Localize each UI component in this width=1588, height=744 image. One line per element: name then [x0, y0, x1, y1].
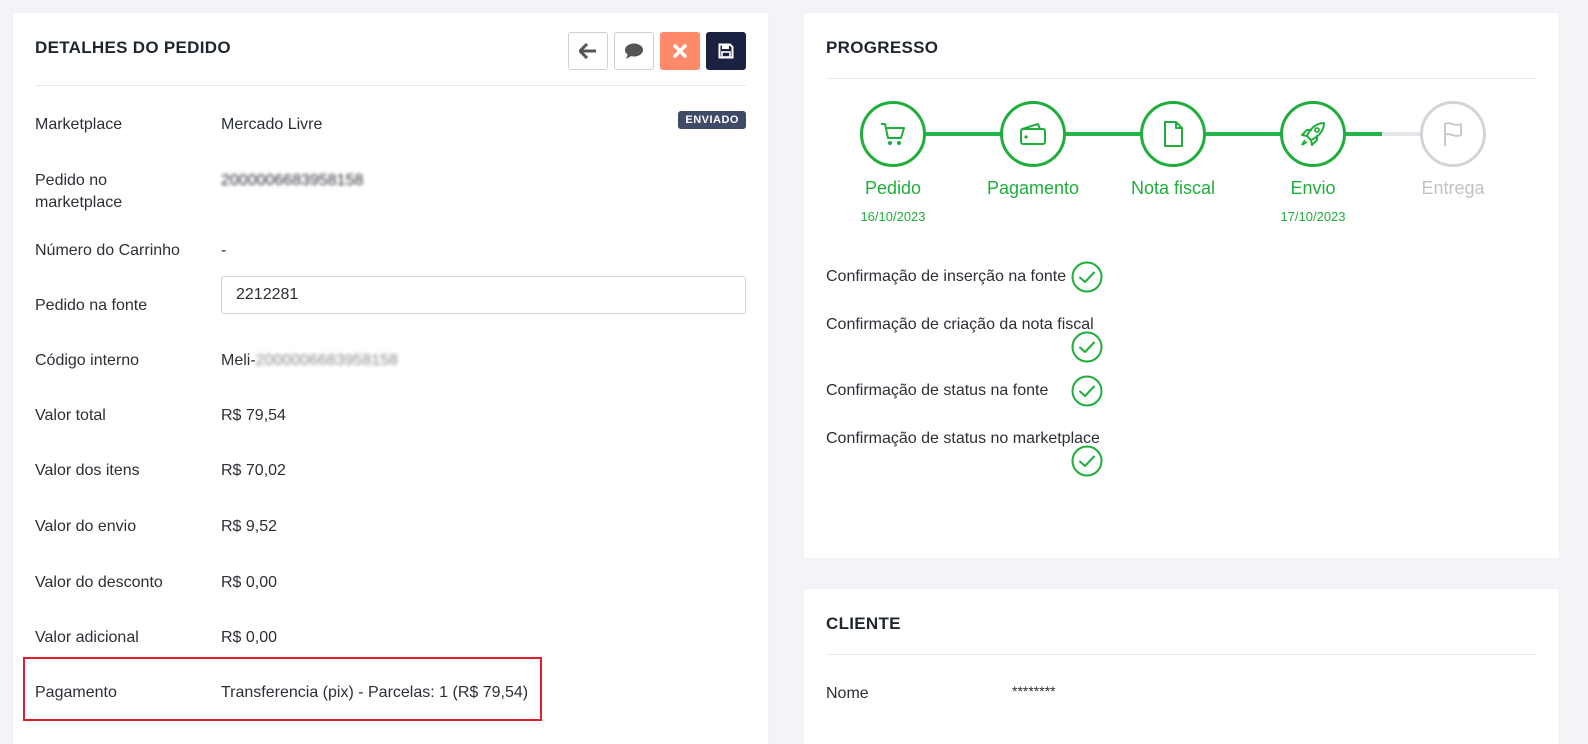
confirmation-source-status: Confirmação de status na fonte	[826, 382, 1049, 399]
internal-code-number: 2000006683958158	[255, 352, 399, 369]
step-date: 17/10/2023	[1280, 209, 1346, 224]
field-label: Valor do envio	[35, 518, 137, 535]
field-value: R$ 79,54	[221, 407, 286, 424]
field-value: Meli-2000006683958158	[221, 350, 398, 372]
client-name-value: ********	[1012, 683, 1056, 699]
field-value: Mercado Livre	[221, 116, 323, 133]
back-button[interactable]	[568, 32, 608, 70]
field-value[interactable]: 2000006683958158	[221, 170, 363, 192]
arrow-left-icon	[579, 43, 596, 59]
order-details-card: DETALHES DO PEDIDO Marketplace Mercado L…	[13, 13, 768, 744]
step-name: Pedido	[864, 178, 922, 198]
field-value: R$ 9,52	[221, 518, 278, 535]
payment-highlight-box	[23, 657, 542, 721]
check-circle-icon	[1071, 331, 1103, 363]
confirmation-marketplace-status: Confirmação de status no marketplace	[826, 430, 1100, 447]
step-name: Pagamento	[986, 178, 1080, 198]
field-value: R$ 0,00	[221, 574, 278, 591]
field-label: Pedido no marketplace	[35, 172, 123, 211]
confirmation-invoice-create: Confirmação de criação da nota fiscal	[826, 316, 1094, 333]
close-icon	[673, 44, 687, 58]
comment-button[interactable]	[614, 32, 654, 70]
cancel-button[interactable]	[660, 32, 700, 70]
field-label: Pedido na fonte	[35, 297, 148, 314]
field-label: Valor do desconto	[35, 574, 163, 591]
field-label: Valor dos itens	[35, 462, 140, 479]
confirmation-source-insert: Confirmação de inserção na fonte	[826, 268, 1067, 285]
field-value: -	[221, 242, 227, 259]
order-toolbar	[568, 32, 746, 70]
status-badge: ENVIADO	[678, 111, 746, 129]
check-circle-icon	[1071, 445, 1103, 477]
wallet-icon	[1020, 123, 1046, 145]
client-card: CLIENTE Nome ********	[804, 589, 1559, 744]
client-title: CLIENTE	[826, 614, 901, 633]
title-divider	[826, 78, 1537, 79]
field-label: Valor adicional	[35, 629, 139, 646]
document-icon	[1164, 121, 1183, 147]
step-date: 16/10/2023	[860, 209, 926, 224]
flag-icon	[1444, 122, 1462, 146]
field-value: R$ 0,00	[221, 629, 278, 646]
order-details-title: DETALHES DO PEDIDO	[35, 38, 231, 57]
field-label: Valor total	[35, 407, 106, 424]
title-divider	[35, 85, 746, 86]
comment-icon	[625, 43, 643, 59]
source-order-input[interactable]: 2212281	[221, 276, 746, 314]
step-name: Nota fiscal	[1130, 178, 1216, 198]
internal-code-prefix: Meli-	[221, 352, 256, 369]
save-icon	[718, 43, 734, 59]
rocket-icon	[1301, 122, 1325, 146]
check-circle-icon	[1071, 375, 1103, 407]
field-label: Marketplace	[35, 116, 123, 133]
progress-title: PROGRESSO	[826, 38, 939, 57]
progress-card: PROGRESSO Pedido 16/10/2023 Pagamento No…	[804, 13, 1559, 558]
field-label: Número do Carrinho	[35, 242, 180, 259]
field-label: Código interno	[35, 352, 140, 369]
title-divider	[826, 654, 1537, 655]
client-name-row: Nome	[826, 685, 869, 703]
check-circle-icon	[1071, 261, 1103, 293]
client-name-label: Nome	[826, 685, 869, 702]
cart-icon	[881, 123, 905, 145]
step-name: Envio	[1290, 178, 1336, 198]
step-name: Entrega	[1421, 178, 1485, 198]
save-button[interactable]	[706, 32, 746, 70]
field-value: R$ 70,02	[221, 462, 286, 479]
